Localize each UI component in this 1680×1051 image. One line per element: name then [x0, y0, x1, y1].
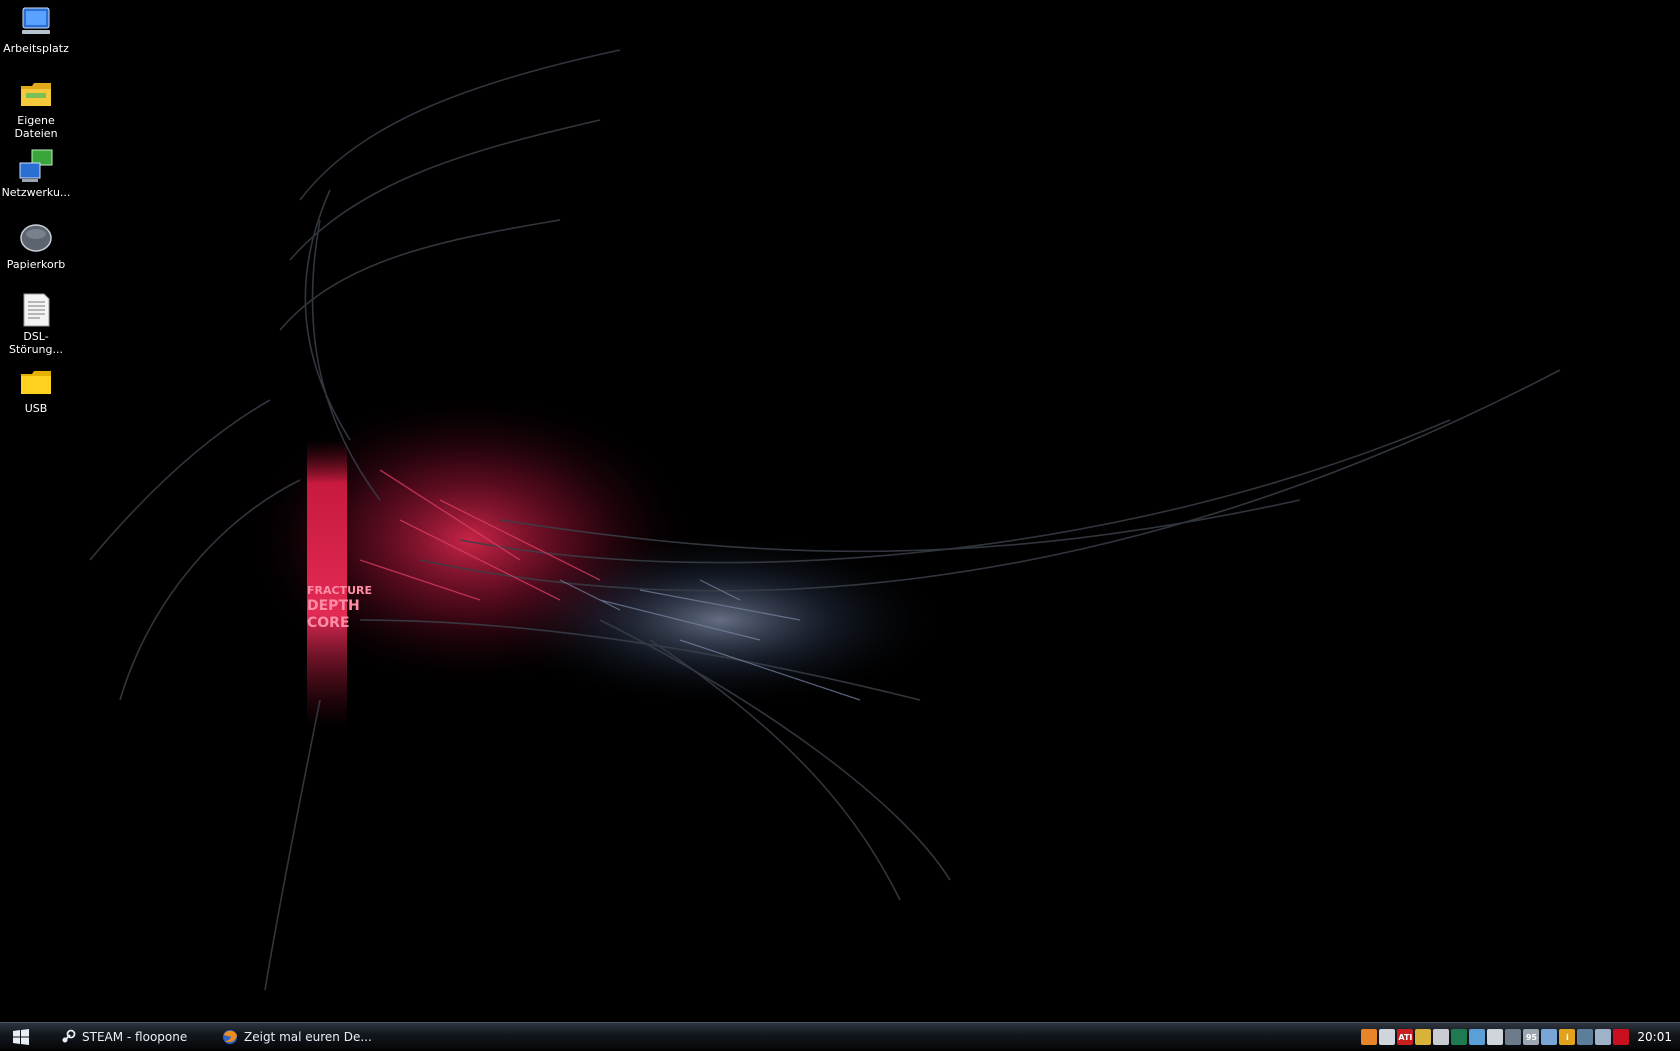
- windows-logo-icon: [13, 1029, 29, 1045]
- monitor-icon[interactable]: [1487, 1029, 1504, 1045]
- desktop-icon-label: Netzwerku...: [1, 186, 71, 199]
- tool-icon[interactable]: [1541, 1029, 1558, 1045]
- desktop-icon-usb[interactable]: USB: [0, 364, 72, 415]
- desktop-icon-label: DSL-Störung...: [9, 330, 63, 356]
- desktop-icon-eigene-dateien[interactable]: Eigene Dateien: [0, 76, 72, 140]
- wallpaper-blue-glow: [490, 530, 950, 710]
- gear-sun-icon[interactable]: [1415, 1029, 1432, 1045]
- my-documents-folder-icon: [18, 76, 54, 112]
- tray-icons: ATI 95 i: [1361, 1029, 1630, 1045]
- firefox-icon: [222, 1029, 238, 1045]
- start-button[interactable]: [6, 1026, 36, 1048]
- steam-tray-icon[interactable]: [1379, 1029, 1396, 1045]
- antivirus-icon[interactable]: [1613, 1029, 1630, 1045]
- wallpaper-text-2: DEPTH: [307, 598, 360, 614]
- desktop-icon-label: Eigene Dateien: [14, 114, 58, 140]
- info-icon[interactable]: i: [1559, 1029, 1576, 1045]
- taskbar-button-firefox[interactable]: Zeigt mal euren De...: [220, 1025, 380, 1048]
- desktop-icon-label: USB: [24, 402, 48, 415]
- clock[interactable]: 20:01: [1637, 1030, 1672, 1044]
- system-tray: ATI 95 i 20:01: [1361, 1023, 1680, 1051]
- battery-icon[interactable]: [1577, 1029, 1594, 1045]
- volume-icon[interactable]: [1433, 1029, 1450, 1045]
- desktop-icon-label: Arbeitsplatz: [3, 42, 69, 55]
- network-tray-icon[interactable]: [1451, 1029, 1468, 1045]
- desktop-icon-dsl-stoerung[interactable]: DSL-Störung...: [0, 292, 72, 356]
- ati-icon[interactable]: ATI: [1397, 1029, 1414, 1045]
- desktop-icon-arbeitsplatz[interactable]: Arbeitsplatz: [0, 4, 72, 55]
- taskbar-button-label: Zeigt mal euren De...: [244, 1029, 372, 1044]
- wallpaper: FRACTURE DEPTH CORE: [89, 49, 1561, 991]
- taskbar-button-steam[interactable]: STEAM - floopone: [58, 1025, 218, 1048]
- wallpaper-text-3: CORE: [307, 615, 350, 631]
- taskbar: STEAM - floopone Zeigt mal euren De... A…: [0, 1022, 1680, 1050]
- steam-icon: [60, 1029, 76, 1045]
- recycle-bin-icon: [18, 220, 54, 256]
- display-icon[interactable]: [1505, 1029, 1522, 1045]
- cpu-temp-icon[interactable]: 95: [1523, 1029, 1540, 1045]
- desktop-icon-label: Papierkorb: [6, 258, 66, 271]
- desktop[interactable]: FRACTURE DEPTH CORE Arbeitsplatz Eigene …: [0, 0, 1680, 1024]
- taskbar-button-label: STEAM - floopone: [82, 1029, 188, 1044]
- my-computer-icon: [18, 4, 54, 40]
- text-document-icon: [18, 292, 54, 328]
- desktop-icon-netzwerk[interactable]: Netzwerku...: [0, 148, 72, 199]
- usb-drive-folder-icon: [18, 364, 54, 400]
- network-icon: [18, 148, 54, 184]
- java-icon[interactable]: [1361, 1029, 1378, 1045]
- settings-icon[interactable]: [1595, 1029, 1612, 1045]
- update-icon[interactable]: [1469, 1029, 1486, 1045]
- wallpaper-text-1: FRACTURE: [307, 584, 372, 597]
- desktop-icon-papierkorb[interactable]: Papierkorb: [0, 220, 72, 271]
